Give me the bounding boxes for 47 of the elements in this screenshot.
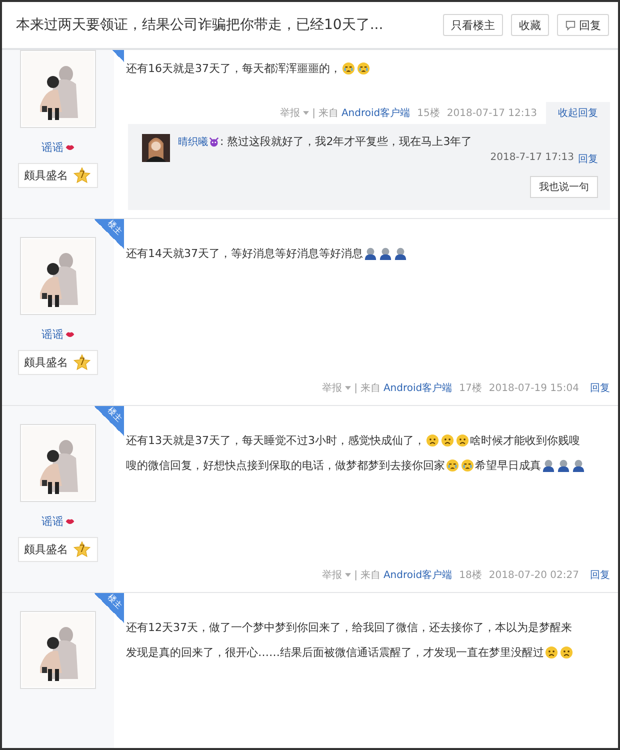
comment-button[interactable]: 我也说一句 [530, 176, 598, 198]
level-title: 颇具盛名 [24, 542, 68, 557]
post-text: 还有14天就37天了，等好消息等好消息等好消息 [126, 246, 363, 262]
divider-text: | [354, 382, 358, 394]
header-button[interactable]: 只看楼主 [443, 14, 503, 36]
floor-number: 17楼 [459, 382, 482, 395]
source-label: 来自 [318, 106, 338, 120]
post-text: 嗖的微信回复，好想快点接到保取的电话，做梦都梦到去接你回家 [126, 458, 445, 474]
owner-label: 楼主 [105, 218, 125, 238]
floor-number: 18楼 [459, 568, 482, 582]
post-text: 还有16天就是37天了，每天都浑浑噩噩的， [126, 61, 341, 77]
source-link[interactable]: Android客户端 [341, 106, 410, 120]
source-label: 来自 [360, 568, 380, 582]
divider-text: | [312, 108, 316, 118]
post-time: 2018-07-20 02:27 [488, 570, 579, 580]
level-number: 7 [79, 544, 86, 556]
reply-toggle-link[interactable]: 收起回复 [546, 102, 610, 124]
post-text: 发现是真的回来了，很开心……结果后面被微信通话震醒了，才发现一直在梦里没醒过 [126, 645, 544, 661]
level-title: 颇具盛名 [24, 355, 68, 370]
post-time: 2018-07-17 12:13 [446, 108, 537, 118]
post-text: 希望早日成真 [475, 458, 541, 474]
reply-time: 2018-7-17 17:13 [490, 152, 574, 165]
reply-button[interactable]: 回复 [557, 14, 609, 36]
post-text: 还有13天就是37天了，每天睡觉不过3小时，感觉快成仙了， [126, 433, 425, 449]
level-number: 7 [79, 356, 86, 368]
reply-toggle-link[interactable]: 回复 [582, 377, 610, 399]
thread-title: 本来过两天要领证，结果公司诈骗把你带走，已经10天了... [16, 16, 384, 34]
level-number: 7 [79, 170, 86, 182]
post-text: 还有12天37天，做了一个梦中梦到你回来了，给我回了微信，还去接你了，本以为是梦醒来 [126, 620, 572, 636]
owner-label: 楼主 [105, 404, 125, 424]
level-title: 颇具盛名 [24, 168, 68, 183]
reply-text: : 熬过这段就好了，我2年才平复些，现在马上3年了 [220, 134, 472, 149]
reply-toggle-link[interactable]: 回复 [582, 564, 610, 586]
floor-number: 15楼 [417, 106, 440, 120]
owner-label: 楼主 [105, 592, 125, 612]
username-link[interactable]: 谣谣 [42, 140, 64, 155]
username-link[interactable]: 谣谣 [42, 327, 64, 342]
username-link[interactable]: 谣谣 [42, 514, 64, 529]
divider-text: | [354, 570, 358, 580]
source-link[interactable]: Android客户端 [383, 381, 452, 395]
header-button[interactable]: 收藏 [511, 14, 549, 36]
post-text: 啥时候才能收到你贱嗖 [470, 433, 580, 449]
post-time: 2018-07-19 15:04 [488, 382, 579, 394]
source-label: 来自 [360, 382, 380, 395]
reply-link[interactable]: 回复 [578, 152, 598, 166]
source-link[interactable]: Android客户端 [383, 568, 452, 582]
reply-username[interactable]: 晴织曦 [178, 134, 208, 148]
